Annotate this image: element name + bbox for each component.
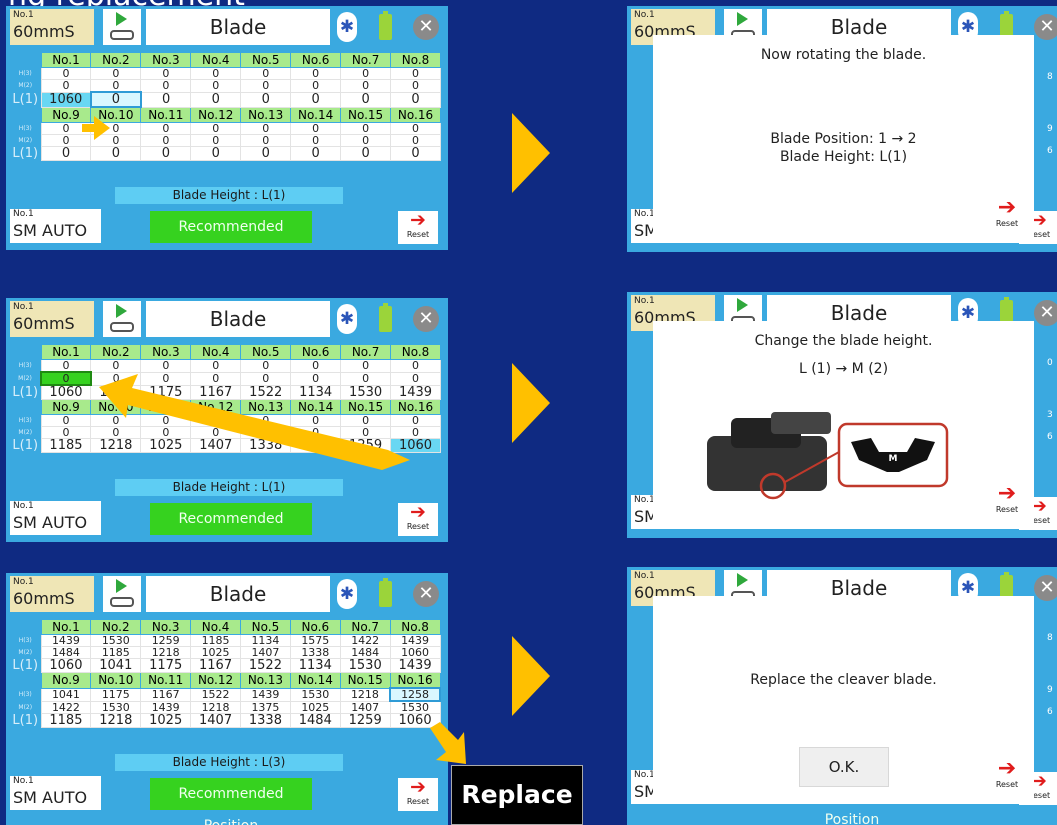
diag-arrow (430, 722, 466, 764)
short-arrow (82, 116, 110, 140)
long-arrow (99, 374, 410, 470)
move-pointer-arrow-1 (82, 116, 466, 764)
